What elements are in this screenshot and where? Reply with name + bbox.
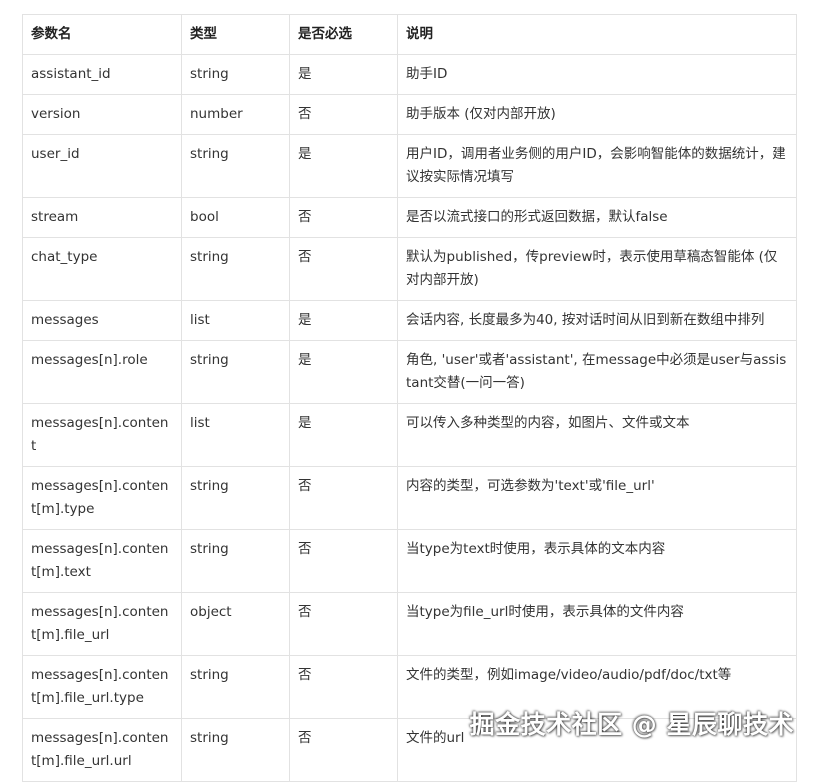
cell-param-name: messages[n].content[m].file_url <box>22 592 182 656</box>
table-row: stream bool 否 是否以流式接口的形式返回数据，默认false <box>22 197 797 238</box>
cell-param-name: messages[n].content[m].file_url.type <box>22 655 182 719</box>
cell-description: 当type为text时使用，表示具体的文本内容 <box>397 529 797 593</box>
cell-param-name: messages <box>22 300 182 341</box>
cell-required: 否 <box>289 592 398 656</box>
cell-param-name: version <box>22 94 182 135</box>
cell-required: 否 <box>289 94 398 135</box>
cell-required: 是 <box>289 340 398 404</box>
cell-required: 是 <box>289 54 398 95</box>
header-param-name: 参数名 <box>22 14 182 55</box>
table-row: messages[n].content[m].text string 否 当ty… <box>22 529 797 593</box>
cell-param-name: stream <box>22 197 182 238</box>
cell-param-name: messages[n].content[m].text <box>22 529 182 593</box>
cell-type: string <box>181 655 290 719</box>
cell-required: 是 <box>289 403 398 467</box>
table-row: assistant_id string 是 助手ID <box>22 54 797 95</box>
table-header: 参数名 类型 是否必选 说明 <box>22 14 797 55</box>
table-row: chat_type string 否 默认为published，传preview… <box>22 237 797 301</box>
cell-type: list <box>181 300 290 341</box>
cell-required: 否 <box>289 655 398 719</box>
cell-description: 用户ID，调用者业务侧的用户ID，会影响智能体的数据统计，建议按实际情况填写 <box>397 134 797 198</box>
cell-param-name: assistant_id <box>22 54 182 95</box>
cell-param-name: messages[n].role <box>22 340 182 404</box>
cell-description: 角色, 'user'或者'assistant', 在message中必须是use… <box>397 340 797 404</box>
cell-description: 默认为published，传preview时，表示使用草稿态智能体 (仅对内部开… <box>397 237 797 301</box>
cell-required: 否 <box>289 466 398 530</box>
cell-param-name: messages[n].content[m].file_url.url <box>22 718 182 782</box>
header-required: 是否必选 <box>289 14 398 55</box>
cell-description: 助手版本 (仅对内部开放) <box>397 94 797 135</box>
table-row: messages[n].content list 是 可以传入多种类型的内容，如… <box>22 403 797 467</box>
cell-description: 内容的类型，可选参数为'text'或'file_url' <box>397 466 797 530</box>
cell-required: 否 <box>289 529 398 593</box>
cell-description: 会话内容, 长度最多为40, 按对话时间从旧到新在数组中排列 <box>397 300 797 341</box>
table-body: assistant_id string 是 助手ID version numbe… <box>22 54 797 782</box>
cell-type: number <box>181 94 290 135</box>
table-row: messages list 是 会话内容, 长度最多为40, 按对话时间从旧到新… <box>22 300 797 341</box>
cell-type: bool <box>181 197 290 238</box>
table-row: messages[n].content[m].file_url object 否… <box>22 592 797 656</box>
cell-param-name: messages[n].content <box>22 403 182 467</box>
header-row: 参数名 类型 是否必选 说明 <box>22 14 797 55</box>
cell-param-name: messages[n].content[m].type <box>22 466 182 530</box>
cell-type: string <box>181 134 290 198</box>
cell-required: 否 <box>289 237 398 301</box>
cell-type: string <box>181 466 290 530</box>
cell-type: string <box>181 54 290 95</box>
table-row: user_id string 是 用户ID，调用者业务侧的用户ID，会影响智能体… <box>22 134 797 198</box>
table-row: messages[n].content[m].type string 否 内容的… <box>22 466 797 530</box>
cell-type: object <box>181 592 290 656</box>
cell-required: 否 <box>289 197 398 238</box>
header-type: 类型 <box>181 14 290 55</box>
cell-description: 助手ID <box>397 54 797 95</box>
cell-description: 可以传入多种类型的内容，如图片、文件或文本 <box>397 403 797 467</box>
cell-type: string <box>181 340 290 404</box>
cell-required: 是 <box>289 300 398 341</box>
cell-type: list <box>181 403 290 467</box>
cell-description: 当type为file_url时使用，表示具体的文件内容 <box>397 592 797 656</box>
cell-required: 是 <box>289 134 398 198</box>
header-description: 说明 <box>397 14 797 55</box>
watermark: 掘金技术社区 @ 星辰聊技术 <box>469 710 794 739</box>
cell-type: string <box>181 718 290 782</box>
cell-param-name: chat_type <box>22 237 182 301</box>
cell-required: 否 <box>289 718 398 782</box>
cell-type: string <box>181 529 290 593</box>
cell-param-name: user_id <box>22 134 182 198</box>
cell-description: 是否以流式接口的形式返回数据，默认false <box>397 197 797 238</box>
table-row: messages[n].role string 是 角色, 'user'或者'a… <box>22 340 797 404</box>
cell-type: string <box>181 237 290 301</box>
params-table: 参数名 类型 是否必选 说明 assistant_id string 是 助手I… <box>22 14 797 782</box>
table-row: version number 否 助手版本 (仅对内部开放) <box>22 94 797 135</box>
